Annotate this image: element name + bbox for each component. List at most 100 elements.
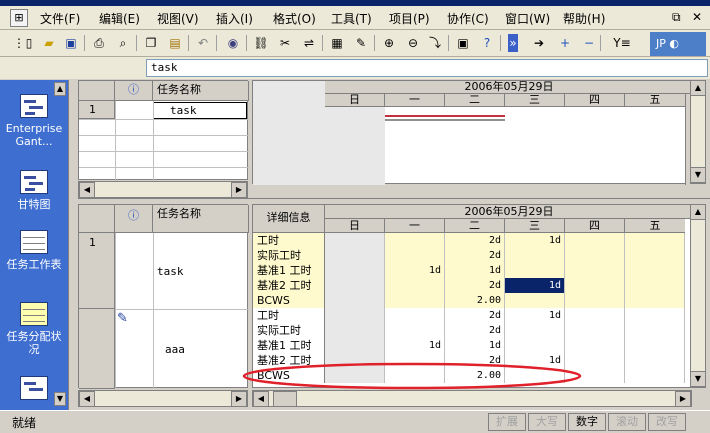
menu-insert[interactable]: 插入(I) bbox=[216, 10, 253, 27]
viewbar-scroll-down[interactable]: ▼ bbox=[54, 392, 66, 406]
open-icon[interactable]: ▰ bbox=[40, 34, 58, 52]
detail-cell[interactable] bbox=[625, 248, 685, 263]
detail-cell[interactable]: 2d bbox=[445, 233, 505, 248]
detail-cell[interactable] bbox=[625, 233, 685, 248]
detail-cell[interactable] bbox=[565, 323, 625, 338]
detail-cell[interactable]: 1d bbox=[445, 338, 505, 353]
link-icon[interactable]: ⛓ bbox=[252, 34, 270, 52]
notes-icon[interactable]: ✎ bbox=[352, 34, 370, 52]
detail-label[interactable]: 实际工时 bbox=[253, 248, 325, 263]
scroll-up-icon[interactable]: ▲ bbox=[690, 80, 706, 96]
detail-cell[interactable] bbox=[625, 368, 685, 383]
print-preview-icon[interactable]: ⌕ bbox=[114, 34, 132, 52]
detail-cell[interactable] bbox=[625, 278, 685, 293]
task-info-icon[interactable]: ▦ bbox=[328, 34, 346, 52]
menu-view[interactable]: 视图(V) bbox=[157, 10, 199, 27]
menu-collaborate[interactable]: 协作(C) bbox=[447, 10, 489, 27]
row-id[interactable]: 1 bbox=[79, 101, 115, 119]
viewbar-scroll-up[interactable]: ▲ bbox=[54, 82, 66, 96]
detail-cell[interactable] bbox=[325, 338, 385, 353]
detail-cell[interactable] bbox=[625, 338, 685, 353]
detail-cell[interactable]: 1d bbox=[505, 233, 565, 248]
menu-format[interactable]: 格式(O) bbox=[273, 10, 316, 27]
undo-icon[interactable]: ↶ bbox=[194, 34, 212, 52]
show-subtasks-icon[interactable]: + bbox=[556, 34, 574, 52]
zoom-in-icon[interactable]: ⊕ bbox=[380, 34, 398, 52]
detail-cell[interactable] bbox=[565, 308, 625, 323]
menu-tools[interactable]: 工具(T) bbox=[331, 10, 372, 27]
detail-cell[interactable] bbox=[565, 293, 625, 308]
gantt-bar[interactable] bbox=[385, 115, 505, 117]
detail-cell[interactable] bbox=[385, 308, 445, 323]
close-icon[interactable]: ✕ bbox=[692, 10, 702, 24]
menu-project[interactable]: 项目(P) bbox=[389, 10, 430, 27]
detail-cell[interactable] bbox=[325, 233, 385, 248]
detail-cell[interactable] bbox=[325, 323, 385, 338]
detail-cell[interactable] bbox=[625, 293, 685, 308]
assignment-name-cell[interactable]: aaa bbox=[165, 343, 235, 356]
scroll-left-icon[interactable]: ◀ bbox=[79, 391, 95, 407]
detail-cell[interactable]: 1d bbox=[505, 308, 565, 323]
detail-label[interactable]: 工时 bbox=[253, 308, 325, 323]
detail-cell[interactable] bbox=[385, 278, 445, 293]
detail-label[interactable]: BCWS bbox=[253, 293, 325, 308]
column-header-task-name[interactable]: 任务名称 bbox=[153, 81, 249, 101]
detail-cell[interactable] bbox=[505, 263, 565, 278]
goto-task-icon[interactable]: ⤵ bbox=[426, 34, 444, 52]
detail-cell[interactable] bbox=[625, 353, 685, 368]
detail-label[interactable]: 工时 bbox=[253, 233, 325, 248]
detail-cell[interactable] bbox=[385, 323, 445, 338]
detail-cell[interactable]: 2d bbox=[445, 248, 505, 263]
view-task-usage[interactable]: 任务分配状况 bbox=[0, 302, 68, 356]
detail-cell[interactable]: 1d bbox=[505, 278, 565, 293]
restore-icon[interactable]: ⧉ bbox=[672, 10, 681, 25]
detail-cell[interactable] bbox=[385, 233, 445, 248]
gantt-vscroll[interactable]: ▲ ▼ bbox=[690, 80, 706, 184]
app-icon[interactable]: ⊞ bbox=[10, 9, 28, 27]
split-icon[interactable]: ⇌ bbox=[300, 34, 318, 52]
hide-subtasks-icon[interactable]: − bbox=[580, 34, 598, 52]
detail-cell[interactable] bbox=[505, 248, 565, 263]
detail-cell[interactable] bbox=[505, 338, 565, 353]
detail-cell[interactable] bbox=[325, 248, 385, 263]
column-header-task-name[interactable]: 任务名称 bbox=[153, 205, 249, 233]
view-enterprise-gantt[interactable]: Enterprise Gant... bbox=[0, 94, 68, 148]
detail-cell[interactable]: 2d bbox=[445, 323, 505, 338]
top-table-hscroll[interactable]: ◀ ▶ bbox=[78, 181, 248, 198]
detail-cell[interactable] bbox=[565, 233, 625, 248]
detail-cell[interactable] bbox=[325, 263, 385, 278]
detail-cell[interactable] bbox=[565, 338, 625, 353]
detail-cell[interactable] bbox=[385, 248, 445, 263]
detail-cell[interactable] bbox=[625, 323, 685, 338]
print-icon[interactable]: ⎙ bbox=[90, 34, 108, 52]
detail-cell[interactable] bbox=[325, 293, 385, 308]
detail-cell[interactable] bbox=[325, 308, 385, 323]
menu-help[interactable]: 帮助(H) bbox=[563, 10, 605, 27]
detail-cell[interactable]: 1d bbox=[385, 263, 445, 278]
view-task-sheet[interactable]: 任务工作表 bbox=[0, 230, 68, 271]
detail-cell[interactable] bbox=[505, 323, 565, 338]
task-name-cell[interactable]: task bbox=[153, 102, 247, 119]
task-name-cell[interactable]: task bbox=[157, 265, 237, 278]
view-gantt-chart[interactable]: 甘特图 bbox=[0, 170, 68, 211]
scroll-left-icon[interactable]: ◀ bbox=[253, 391, 269, 407]
detail-label[interactable]: 基准2 工时 bbox=[253, 278, 325, 293]
usage-vscroll[interactable]: ▲ ▼ bbox=[690, 204, 706, 388]
copy-picture-icon[interactable]: ▣ bbox=[454, 34, 472, 52]
usage-hscroll[interactable]: ◀ ▶ bbox=[252, 390, 692, 407]
detail-label[interactable]: 基准1 工时 bbox=[253, 338, 325, 353]
detail-cell[interactable]: 2.00 bbox=[445, 293, 505, 308]
detail-cell[interactable] bbox=[385, 293, 445, 308]
scroll-up-icon[interactable]: ▲ bbox=[690, 204, 706, 220]
detail-cell[interactable] bbox=[565, 263, 625, 278]
detail-label[interactable]: 实际工时 bbox=[253, 323, 325, 338]
detail-cell[interactable]: 1d bbox=[445, 263, 505, 278]
detail-cell[interactable] bbox=[565, 248, 625, 263]
detail-label[interactable]: 基准1 工时 bbox=[253, 263, 325, 278]
detail-cell[interactable]: 2d bbox=[445, 308, 505, 323]
detail-cell[interactable] bbox=[625, 263, 685, 278]
menu-window[interactable]: 窗口(W) bbox=[505, 10, 550, 27]
menu-file[interactable]: 文件(F) bbox=[40, 10, 80, 27]
detail-cell[interactable] bbox=[505, 293, 565, 308]
paste-icon[interactable]: ▤ bbox=[166, 34, 184, 52]
